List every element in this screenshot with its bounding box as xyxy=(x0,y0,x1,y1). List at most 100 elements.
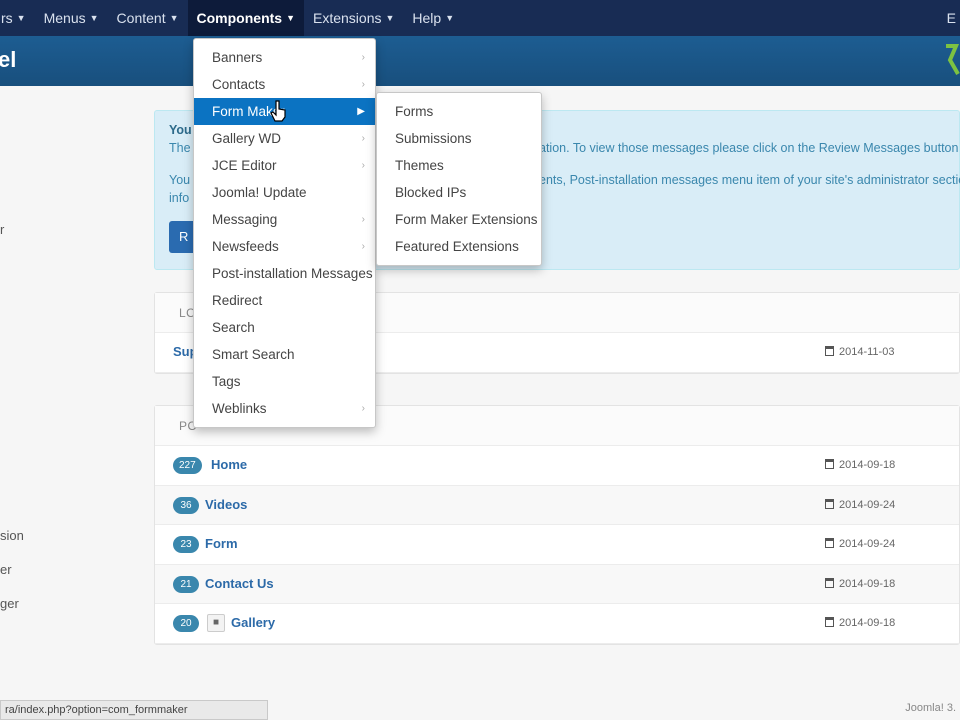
chevron-right-icon: › xyxy=(361,241,365,252)
chevron-right-icon: › xyxy=(361,52,365,63)
sidebar-item[interactable]: sion xyxy=(0,528,24,543)
table-row: 20 ■ Gallery 2014-09-18 xyxy=(155,604,959,644)
menu-item-gallery-wd[interactable]: Gallery WD › xyxy=(194,125,375,152)
date-text: 2014-09-18 xyxy=(839,459,896,471)
hits-badge: 36 xyxy=(173,496,199,514)
hand-pointer-icon xyxy=(270,100,286,122)
article-link[interactable]: Videos xyxy=(205,497,247,512)
menu-item-jce-editor[interactable]: JCE Editor › xyxy=(194,152,375,179)
hits-badge: 21 xyxy=(173,575,199,593)
nav-help[interactable]: Help ▼ xyxy=(403,0,463,36)
menu-item-messaging[interactable]: Messaging › xyxy=(194,206,375,233)
menu-item-joomla-update[interactable]: Joomla! Update xyxy=(194,179,375,206)
page-title: el xyxy=(0,47,17,72)
caret-down-icon: ▼ xyxy=(286,13,295,23)
popular-articles-panel: PO 227 Home 2014-09-18 36 Videos 2014-09… xyxy=(154,405,960,645)
calendar-icon xyxy=(825,617,834,627)
article-link[interactable]: Home xyxy=(211,457,247,472)
alert-heading: You xyxy=(169,123,192,137)
top-navbar: rs ▼ Menus ▼ Content ▼ Components ▼ Extensio… xyxy=(0,0,960,36)
hits-badge: 20 xyxy=(173,615,199,632)
caret-down-icon: ▼ xyxy=(16,13,26,23)
date-cell: 2014-09-24 xyxy=(825,498,895,511)
nav-menus[interactable]: Menus ▼ xyxy=(35,0,108,36)
calendar-icon xyxy=(825,538,834,548)
menu-item-search[interactable]: Search xyxy=(194,314,375,341)
date-text: 2014-11-03 xyxy=(839,346,895,358)
footer-version: Joomla! 3. xyxy=(905,702,956,714)
submenu-item-featured-extensions[interactable]: Featured Extensions xyxy=(377,233,541,260)
submenu-item-themes[interactable]: Themes xyxy=(377,152,541,179)
alert-text-line: ents, Post-installation messages menu it… xyxy=(539,173,960,187)
form-maker-submenu: Forms Submissions Themes Blocked IPs For… xyxy=(376,92,542,266)
lock-icon: ■ xyxy=(207,614,225,632)
alert-text-line: The xyxy=(169,141,191,155)
table-row: 36 Videos 2014-09-24 xyxy=(155,485,959,525)
nav-right-item[interactable]: E xyxy=(947,0,956,36)
menu-item-label: Gallery WD xyxy=(212,131,282,146)
menu-item-label: Messaging xyxy=(212,212,278,227)
sidebar-item[interactable]: ger xyxy=(0,596,19,611)
submenu-item-form-maker-extensions[interactable]: Form Maker Extensions xyxy=(377,206,541,233)
alert-text-line: info xyxy=(169,191,190,205)
date-text: 2014-09-18 xyxy=(839,577,896,590)
nav-help-label: Help xyxy=(412,10,442,26)
menu-item-redirect[interactable]: Redirect xyxy=(194,287,375,314)
chevron-right-icon: › xyxy=(361,214,365,225)
menu-item-label: Weblinks xyxy=(212,401,267,416)
article-link[interactable]: Contact Us xyxy=(205,576,274,591)
menu-item-label: Search xyxy=(212,320,255,335)
chevron-right-icon: › xyxy=(361,133,365,144)
browser-status-bar: ra/index.php?option=com_formmaker xyxy=(0,700,268,720)
chevron-right-icon: › xyxy=(361,79,365,90)
caret-down-icon: ▼ xyxy=(445,13,455,23)
article-link[interactable]: Form xyxy=(205,536,238,551)
date-cell: 2014-11-03 xyxy=(825,346,894,358)
nav-menus-label: Menus xyxy=(43,10,86,26)
caret-down-icon: ▼ xyxy=(169,13,179,23)
nav-content[interactable]: Content ▼ xyxy=(108,0,188,36)
submenu-item-forms[interactable]: Forms xyxy=(377,98,541,125)
article-link[interactable]: Gallery xyxy=(231,615,275,630)
date-cell: 2014-09-18 xyxy=(825,577,896,590)
hits-badge: 227 xyxy=(173,457,202,474)
table-row: 227 Home 2014-09-18 xyxy=(155,446,959,486)
sidebar-item[interactable]: r xyxy=(0,222,4,237)
menu-item-label: Banners xyxy=(212,50,263,65)
page-header: el xyxy=(0,36,960,86)
menu-item-banners[interactable]: Banners › xyxy=(194,44,375,71)
nav-extensions-label: Extensions xyxy=(313,10,382,26)
nav-content-label: Content xyxy=(116,10,166,26)
alert-text-line: You xyxy=(169,173,191,187)
date-cell: 2014-09-18 xyxy=(825,459,895,471)
menu-item-label: Tags xyxy=(212,374,241,389)
date-text: 2014-09-18 xyxy=(839,617,896,629)
sidebar-item[interactable]: er xyxy=(0,562,12,577)
nav-users[interactable]: rs ▼ xyxy=(0,0,35,36)
components-dropdown: Banners › Contacts › Form Maker ▶ Gallery W… xyxy=(193,38,376,428)
calendar-icon xyxy=(825,459,834,469)
menu-item-contacts[interactable]: Contacts › xyxy=(194,71,375,98)
menu-item-smart-search[interactable]: Smart Search xyxy=(194,341,375,368)
nav-users-label: rs xyxy=(1,10,13,26)
date-cell: 2014-09-18 xyxy=(825,617,895,629)
menu-item-post-installation-messages[interactable]: Post-installation Messages xyxy=(194,260,375,287)
caret-down-icon: ▼ xyxy=(385,13,395,23)
submenu-item-submissions[interactable]: Submissions xyxy=(377,125,541,152)
menu-item-label: Post-installation Messages xyxy=(212,266,373,281)
menu-item-tags[interactable]: Tags xyxy=(194,368,375,395)
menu-item-label: Contacts xyxy=(212,77,266,92)
date-text: 2014-09-24 xyxy=(839,538,896,550)
nav-components[interactable]: Components ▼ xyxy=(187,0,304,36)
calendar-icon xyxy=(825,346,834,356)
submenu-item-blocked-ips[interactable]: Blocked IPs xyxy=(377,179,541,206)
calendar-icon xyxy=(825,498,834,509)
menu-item-label: JCE Editor xyxy=(212,158,277,173)
caret-right-icon: ▶ xyxy=(357,106,365,117)
alert-text-line: ation. To view those messages please cli… xyxy=(539,141,960,155)
menu-item-weblinks[interactable]: Weblinks › xyxy=(194,395,375,422)
chevron-right-icon: › xyxy=(361,403,365,414)
table-row: 23 Form 2014-09-24 xyxy=(155,525,959,565)
menu-item-newsfeeds[interactable]: Newsfeeds › xyxy=(194,233,375,260)
nav-extensions[interactable]: Extensions ▼ xyxy=(304,0,403,36)
